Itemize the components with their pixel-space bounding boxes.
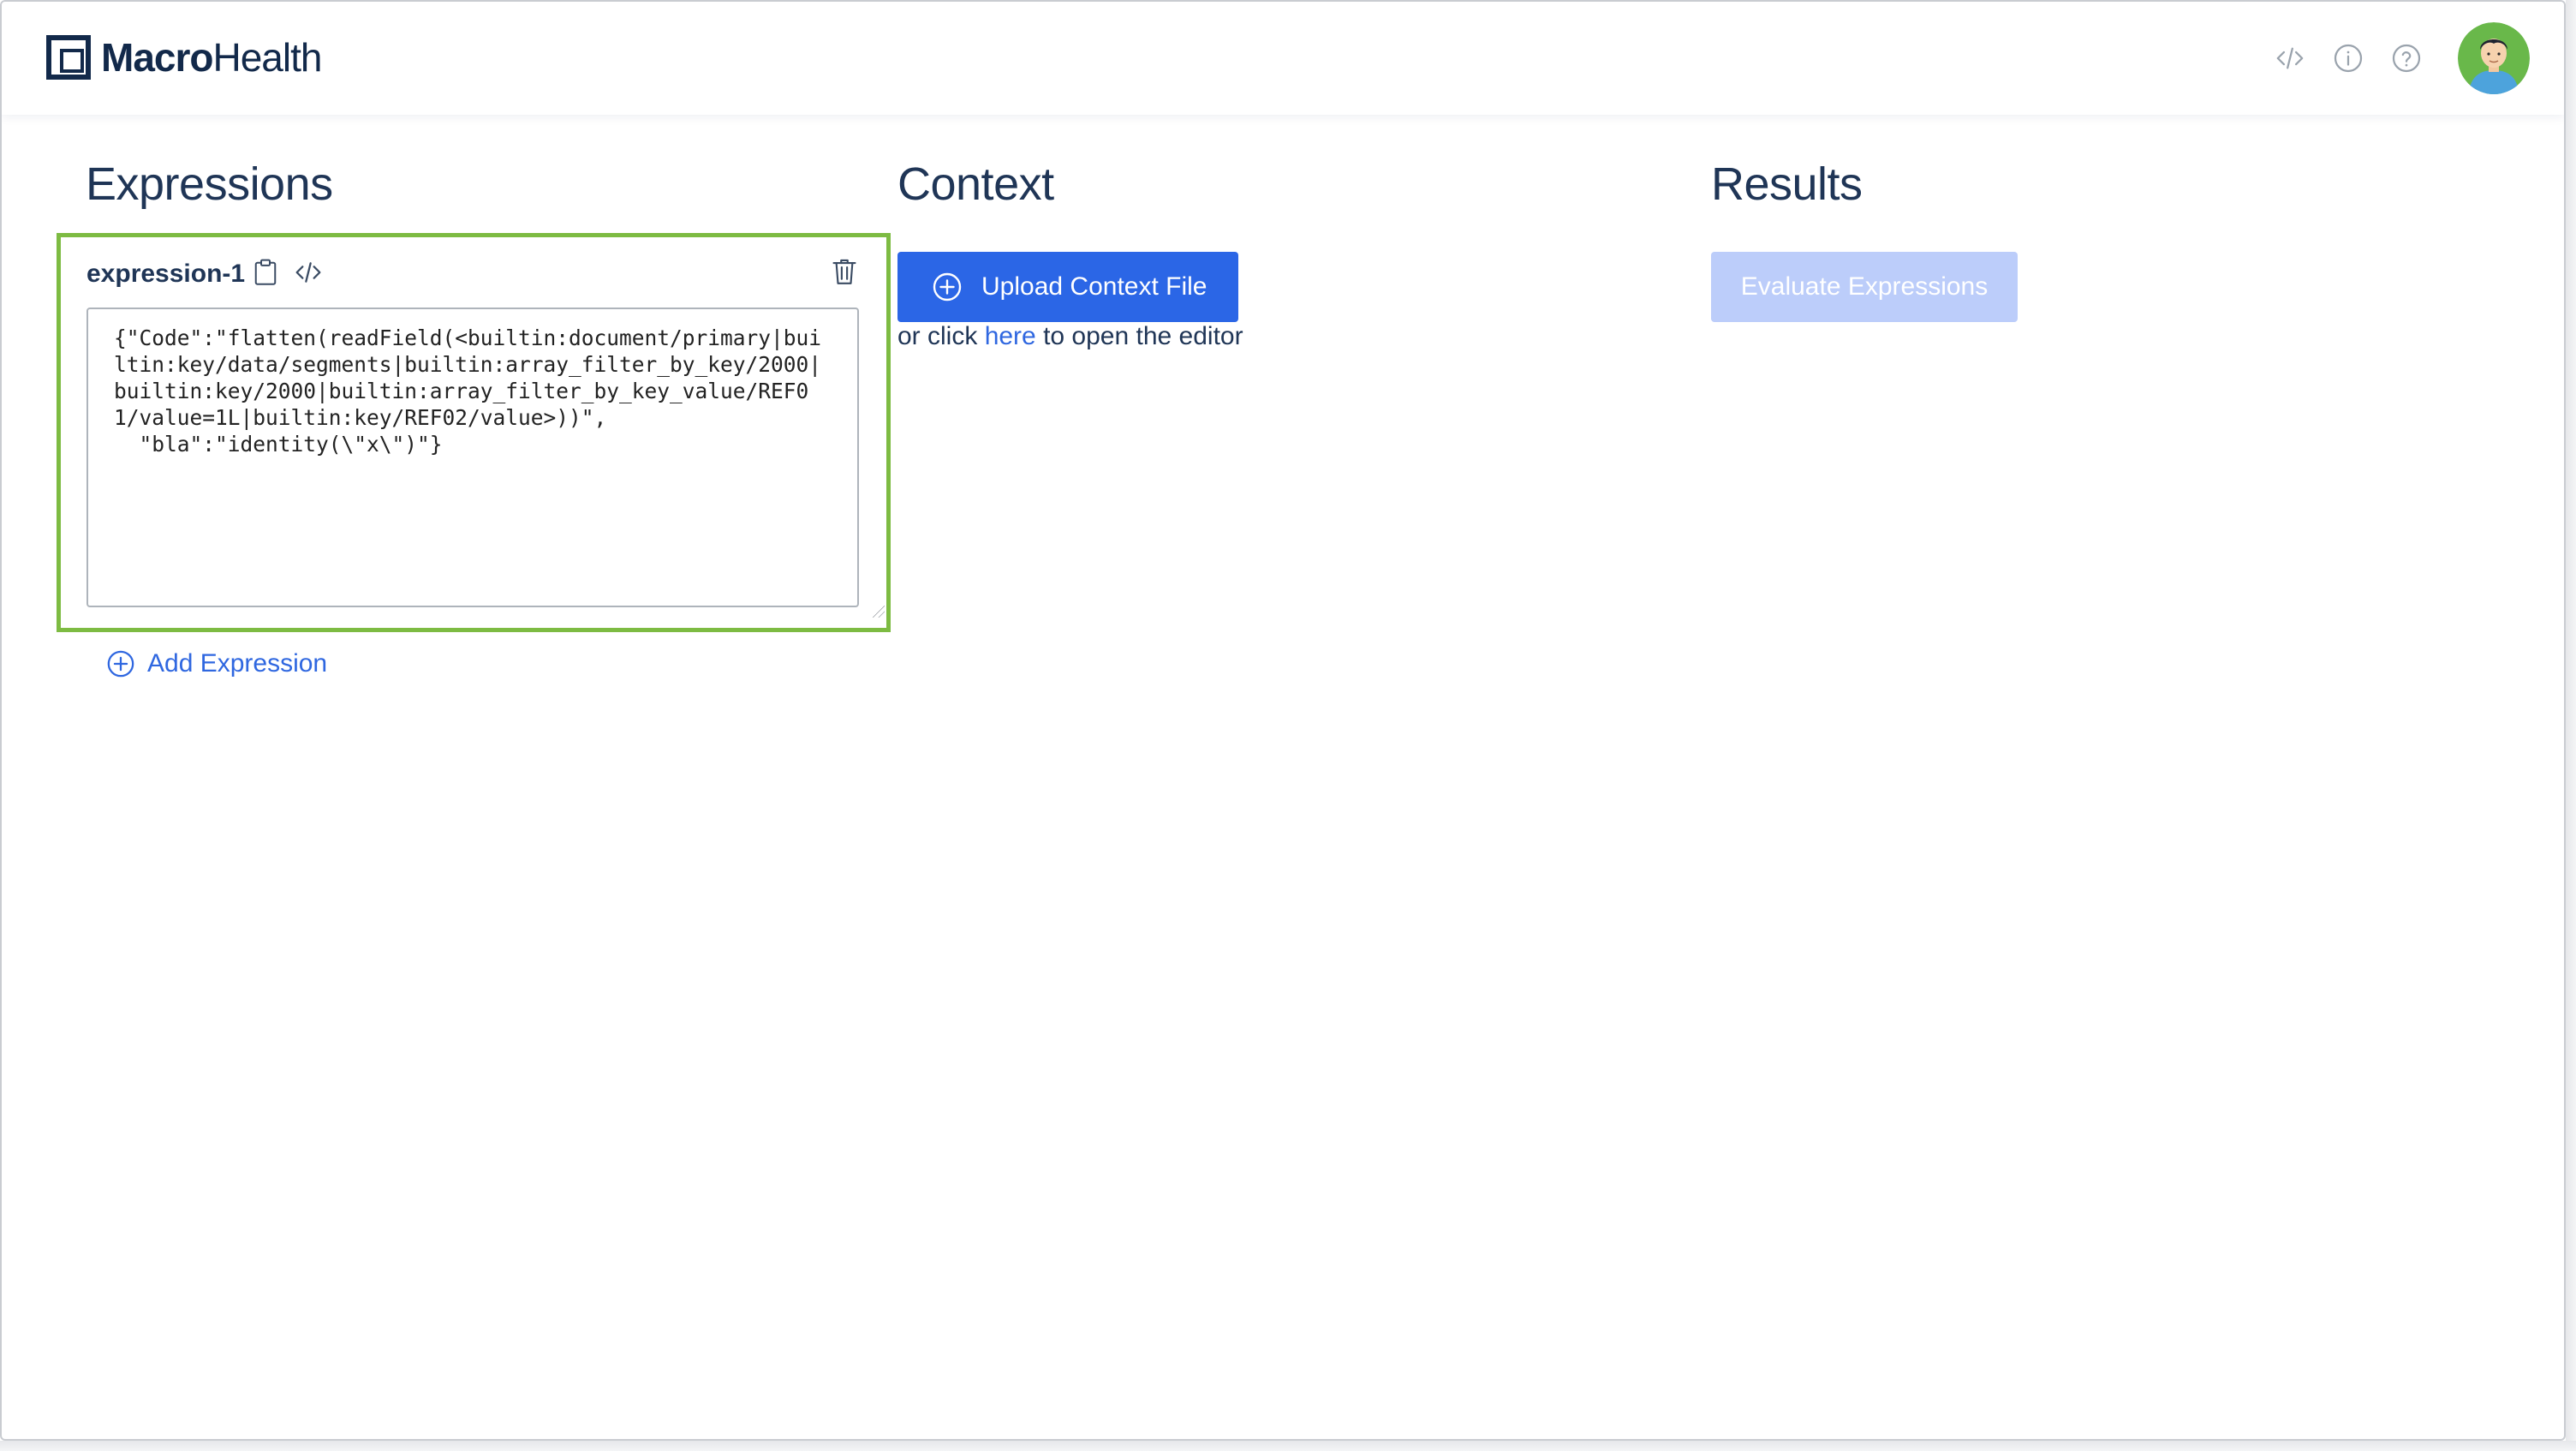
results-title: Results bbox=[1711, 158, 1863, 210]
upload-context-button[interactable]: Upload Context File bbox=[897, 252, 1238, 322]
app-window: MacroHealth Expressions Context Results … bbox=[0, 0, 2566, 1441]
add-circle-icon bbox=[107, 650, 134, 678]
context-title: Context bbox=[897, 158, 1054, 210]
expression-editor[interactable]: {"Code":"flatten(readField(<builtin:docu… bbox=[86, 308, 859, 607]
expressions-title: Expressions bbox=[86, 158, 333, 210]
expression-name[interactable]: expression-1 bbox=[86, 260, 245, 289]
evaluate-expressions-button[interactable]: Evaluate Expressions bbox=[1711, 252, 2018, 322]
macrohealth-logo[interactable]: MacroHealth bbox=[46, 29, 322, 86]
expression-tools bbox=[249, 256, 335, 289]
top-bar: MacroHealth bbox=[2, 2, 2564, 115]
hint-prefix: or click bbox=[897, 322, 978, 350]
expression-card: expression-1 {"Code":"flatten(readField(… bbox=[57, 233, 891, 632]
hint-suffix: to open the editor bbox=[1043, 322, 1243, 350]
delete-expression-icon[interactable] bbox=[828, 254, 861, 289]
code-icon[interactable] bbox=[2273, 41, 2307, 75]
window-shadow-bottom bbox=[0, 1441, 2576, 1451]
logo-text-regular: Health bbox=[212, 35, 322, 80]
info-icon[interactable] bbox=[2331, 41, 2365, 75]
user-avatar[interactable] bbox=[2458, 22, 2530, 94]
header-actions bbox=[2249, 22, 2530, 94]
add-expression-label: Add Expression bbox=[147, 649, 328, 678]
resize-handle[interactable] bbox=[873, 606, 885, 618]
logo-text-bold: Macro bbox=[101, 35, 213, 80]
open-editor-link[interactable]: here bbox=[985, 322, 1036, 350]
help-icon[interactable] bbox=[2389, 41, 2424, 75]
upload-context-label: Upload Context File bbox=[981, 272, 1208, 301]
upload-plus-icon bbox=[933, 272, 962, 302]
logo-mark-icon bbox=[46, 35, 91, 80]
logo-text: MacroHealth bbox=[101, 34, 322, 81]
add-expression-button[interactable]: Add Expression bbox=[106, 649, 327, 678]
code-view-icon[interactable] bbox=[292, 256, 325, 289]
window-shadow-right bbox=[2566, 0, 2576, 1451]
context-editor-hint: or click here to open the editor bbox=[897, 322, 1243, 351]
clipboard-icon[interactable] bbox=[249, 256, 282, 289]
